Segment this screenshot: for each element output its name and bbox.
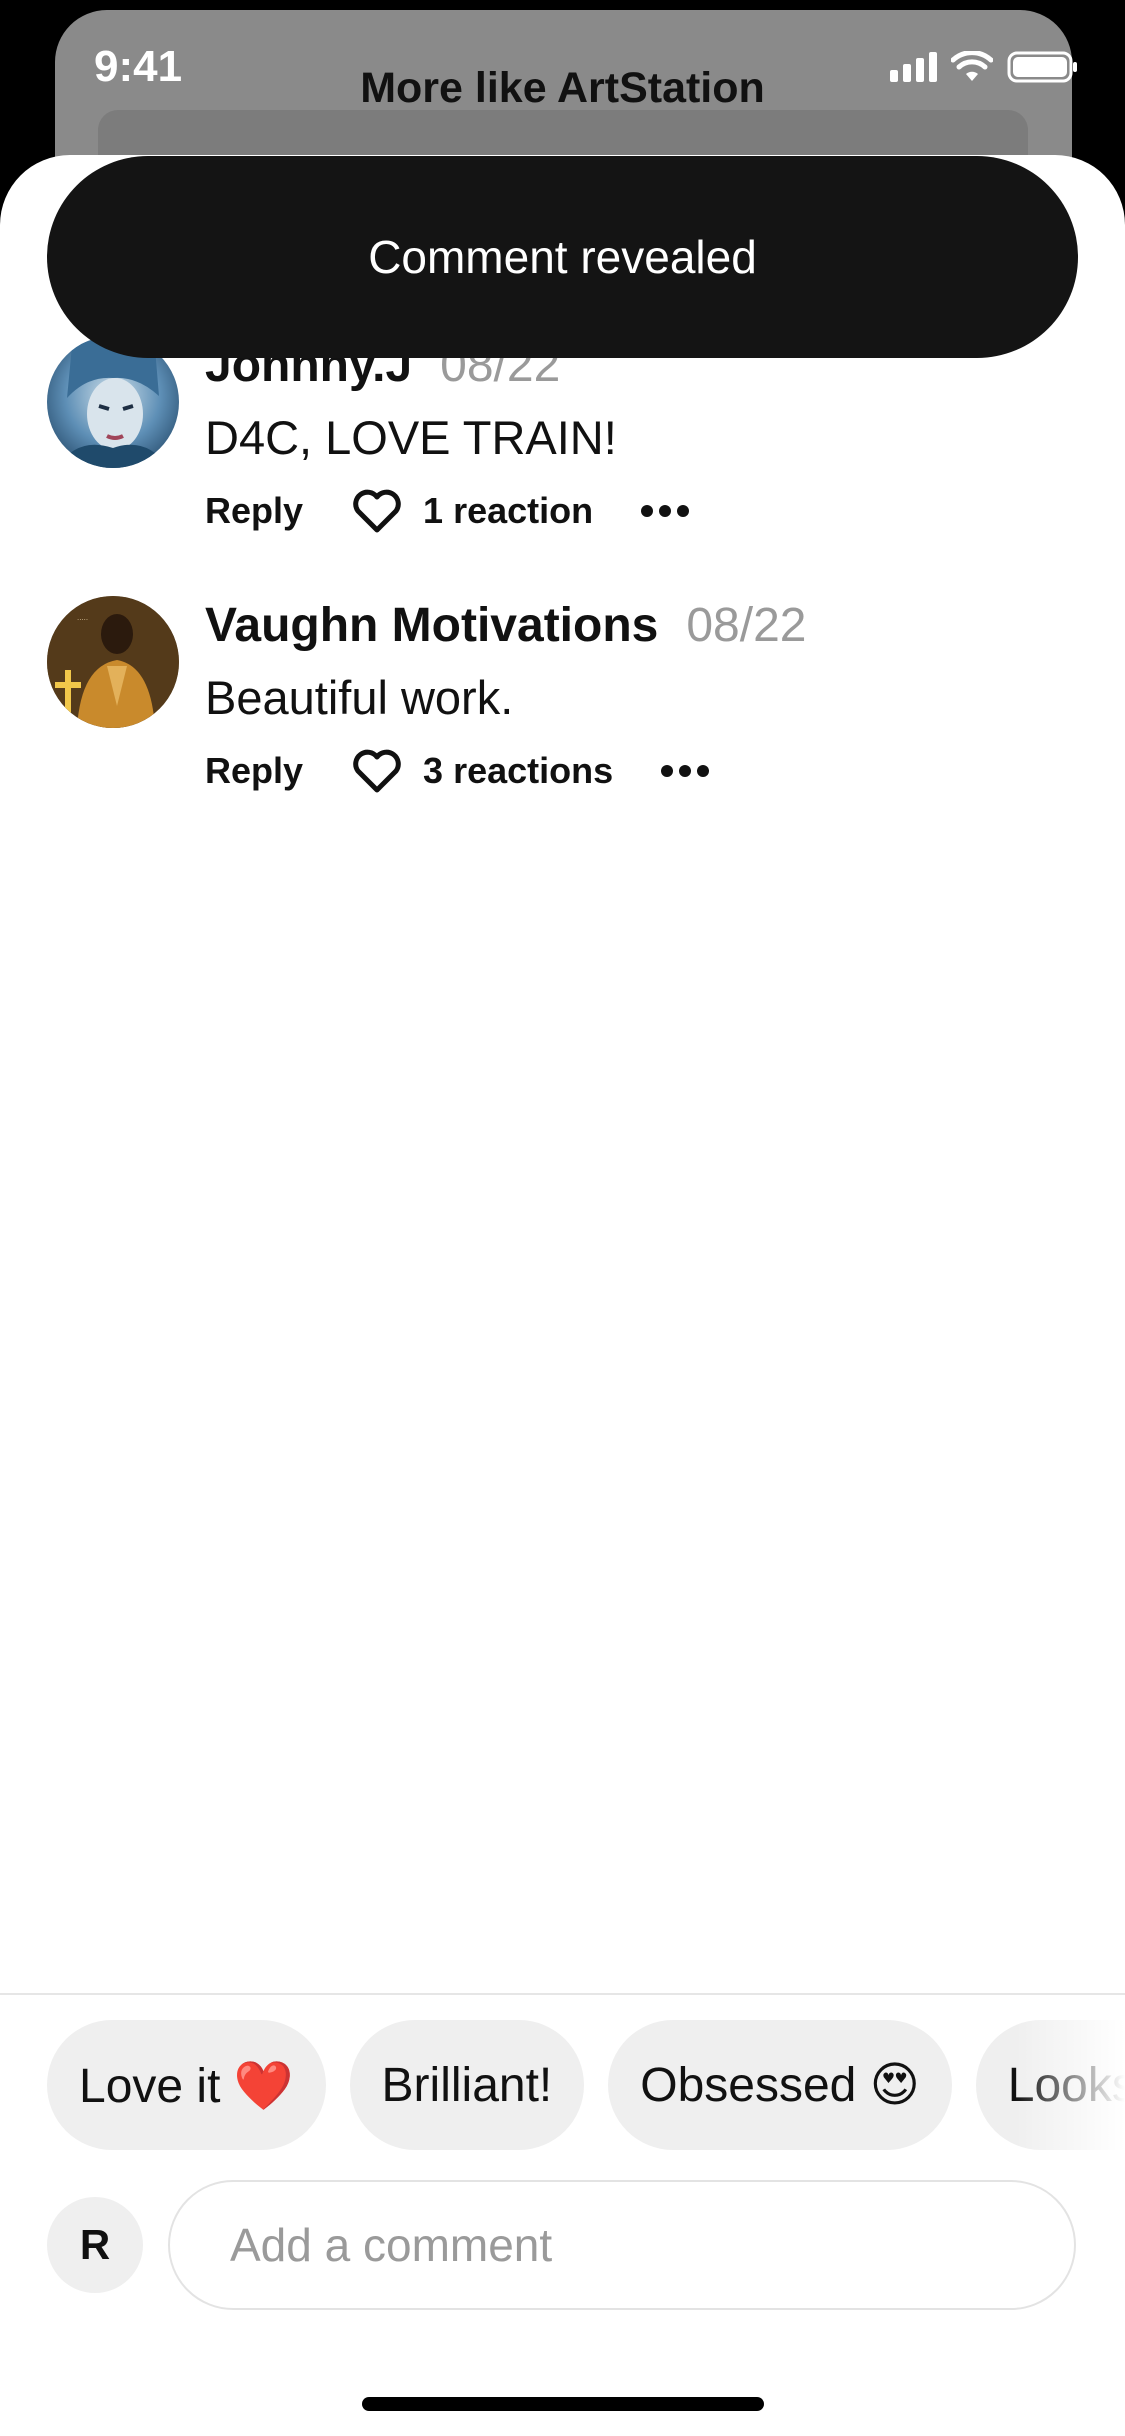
toast-text: Comment revealed	[368, 231, 757, 283]
comment-header: Vaughn Motivations 08/22	[205, 598, 806, 653]
more-icon[interactable]	[661, 765, 710, 777]
chips-fade	[1015, 2020, 1125, 2150]
reactions-count[interactable]: 3 reactions	[423, 750, 613, 792]
more-icon[interactable]	[641, 505, 690, 517]
status-bar: 9:41 More like ArtStation	[0, 0, 1125, 140]
quick-reply-chips: Love it ❤️ Brilliant! Obsessed 😍 Looks g…	[47, 2020, 1125, 2150]
quick-reply-chip[interactable]: Obsessed 😍	[608, 2020, 952, 2150]
svg-text:·····: ·····	[77, 616, 88, 624]
heart-icon[interactable]	[351, 748, 403, 794]
quick-reply-chip[interactable]: Love it ❤️	[47, 2020, 326, 2150]
battery-icon	[1007, 50, 1079, 84]
avatar[interactable]: ·····	[47, 596, 179, 728]
comment-actions: Reply 3 reactions	[205, 748, 710, 794]
toast-notification: Comment revealed	[47, 156, 1078, 358]
comment-date: 08/22	[686, 599, 807, 652]
home-indicator[interactable]	[362, 2397, 764, 2411]
wifi-icon	[951, 51, 993, 83]
comment-text: Beautiful work.	[205, 671, 514, 724]
comment-author[interactable]: Vaughn Motivations	[205, 598, 658, 653]
comment-input[interactable]	[168, 2180, 1076, 2310]
signal-icon	[890, 52, 937, 82]
heart-icon[interactable]	[351, 488, 403, 534]
quick-reply-chip[interactable]: Brilliant!	[349, 2020, 585, 2150]
status-icons	[890, 50, 1079, 84]
comment-text: D4C, LOVE TRAIN!	[205, 411, 617, 464]
reply-button[interactable]: Reply	[205, 490, 303, 532]
reactions-count[interactable]: 1 reaction	[423, 490, 593, 532]
comment-actions: Reply 1 reaction	[205, 488, 690, 534]
divider	[0, 1993, 1125, 1995]
current-user-avatar: R	[47, 2197, 143, 2293]
reply-button[interactable]: Reply	[205, 750, 303, 792]
